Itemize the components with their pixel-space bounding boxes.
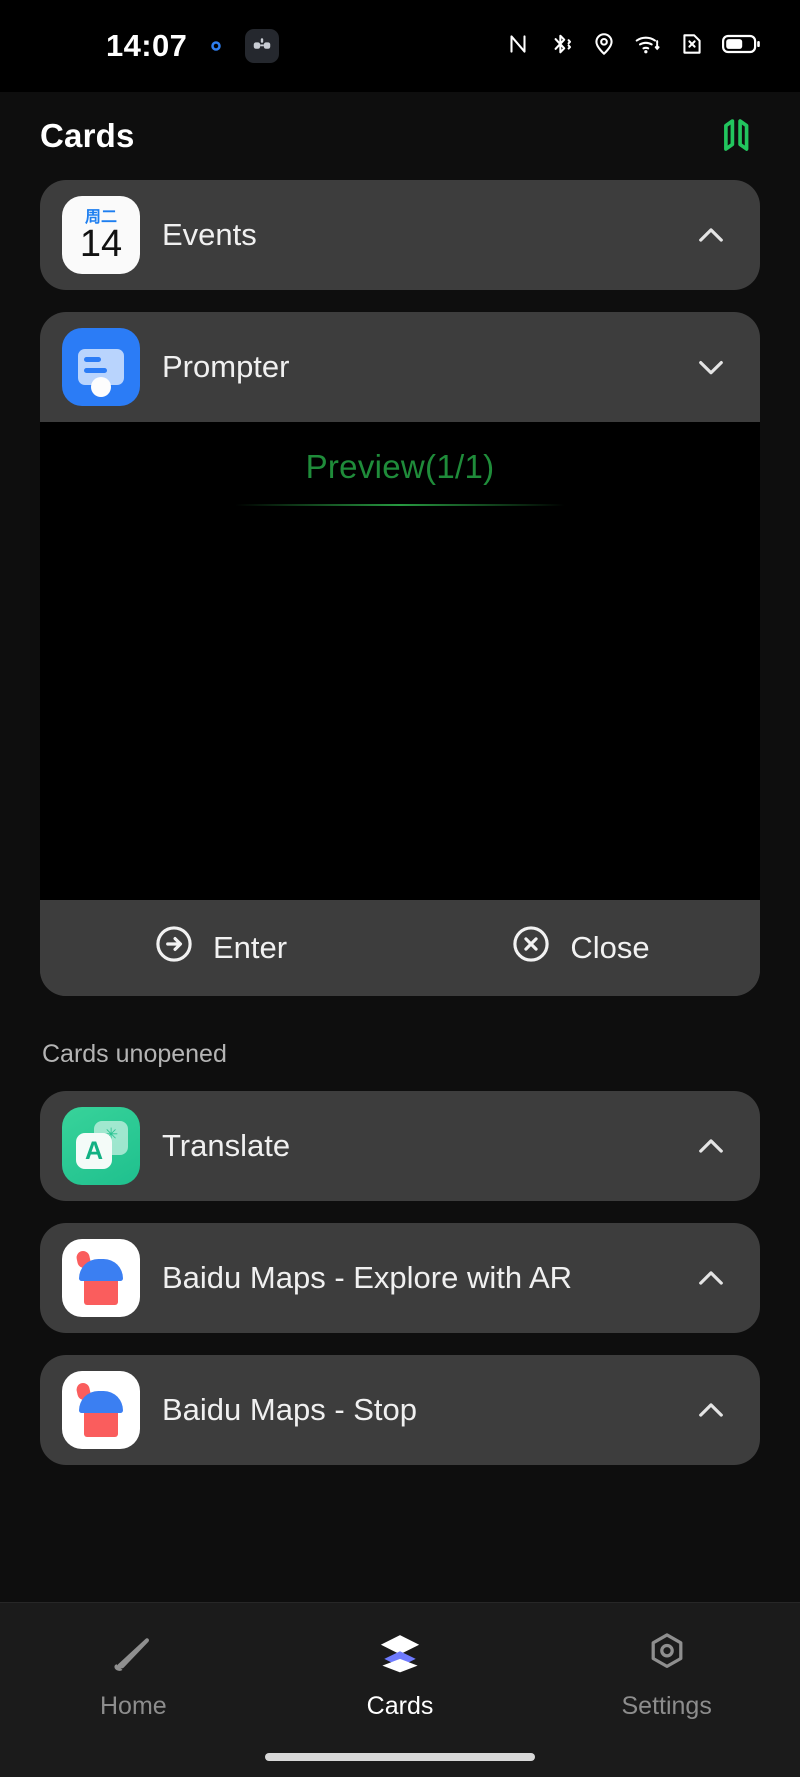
- page-title: Cards: [40, 117, 135, 154]
- card-prompter-label: Prompter: [162, 349, 290, 385]
- bottom-navigation: Home Cards Settings: [0, 1602, 800, 1777]
- location-icon: [591, 31, 617, 62]
- enter-button-label: Enter: [212, 930, 288, 965]
- card-prompter[interactable]: Prompter Preview(1/1) Enter Close: [40, 312, 760, 996]
- nfc-icon: [505, 31, 531, 62]
- prompter-preview-pane: Preview(1/1): [40, 422, 760, 900]
- card-events[interactable]: 周二 14 Events: [40, 180, 760, 290]
- prompter-icon-line-1: [84, 357, 101, 362]
- chevron-up-icon[interactable]: [688, 1391, 734, 1429]
- nav-item-cards-label: Cards: [366, 1692, 434, 1720]
- chevron-up-icon[interactable]: [688, 1127, 734, 1165]
- baidu-icon-awning: [79, 1259, 123, 1281]
- chevron-up-icon[interactable]: [688, 216, 734, 254]
- status-bar-clock: 14:07: [106, 28, 188, 63]
- status-bar-left: 14:07: [106, 28, 280, 64]
- card-translate-label: Translate: [162, 1128, 291, 1164]
- close-circle-icon: [510, 923, 552, 973]
- glasses-icon: [245, 29, 280, 63]
- calendar-icon: 周二 14: [62, 196, 140, 274]
- prompter-icon-card: [78, 349, 124, 397]
- card-baidu-maps-stop[interactable]: Baidu Maps - Stop: [40, 1355, 760, 1465]
- calendar-day: 14: [79, 222, 123, 265]
- chevron-down-icon[interactable]: [688, 348, 734, 386]
- card-baidu-maps-ar-header[interactable]: Baidu Maps - Explore with AR: [40, 1223, 760, 1333]
- arrow-right-circle-icon: [153, 923, 195, 973]
- translate-icon: ✳ A: [62, 1107, 140, 1185]
- section-label-unopened: Cards unopened: [42, 1040, 227, 1068]
- enter-button[interactable]: Enter: [40, 900, 400, 996]
- settings-gear-icon: [201, 31, 231, 61]
- nav-item-settings-label: Settings: [621, 1692, 712, 1720]
- glasses-cards-icon[interactable]: [714, 113, 760, 159]
- card-events-header[interactable]: 周二 14 Events: [40, 180, 760, 290]
- battery-icon: [722, 32, 762, 61]
- nav-item-home-label: Home: [99, 1692, 167, 1720]
- home-indicator: [265, 1753, 535, 1761]
- card-baidu-maps-ar-label: Baidu Maps - Explore with AR: [162, 1260, 573, 1296]
- card-translate[interactable]: ✳ A Translate: [40, 1091, 760, 1201]
- card-events-label: Events: [162, 217, 257, 253]
- baidu-maps-icon: [62, 1239, 140, 1317]
- nav-item-settings[interactable]: Settings: [533, 1629, 800, 1721]
- prompter-preview-title: Preview(1/1): [305, 448, 495, 485]
- prompter-icon: [62, 328, 140, 406]
- prompter-icon-avatar: [91, 377, 111, 397]
- nav-item-cards[interactable]: Cards: [267, 1629, 534, 1721]
- card-translate-header[interactable]: ✳ A Translate: [40, 1091, 760, 1201]
- app-header: Cards: [0, 92, 800, 180]
- chevron-up-icon[interactable]: [688, 1259, 734, 1297]
- cards-stack-icon: [374, 1629, 426, 1680]
- wifi-icon: [634, 31, 662, 62]
- bluetooth-icon: [548, 31, 574, 62]
- card-baidu-maps-ar[interactable]: Baidu Maps - Explore with AR: [40, 1223, 760, 1333]
- card-baidu-maps-stop-label: Baidu Maps - Stop: [162, 1392, 418, 1428]
- settings-hex-icon: [642, 1629, 692, 1680]
- baidu-maps-icon: [62, 1371, 140, 1449]
- close-button-label: Close: [570, 930, 650, 965]
- app-screen: 14:07 Cards 周二 14 Events Prompter Previe…: [0, 0, 800, 1777]
- prompter-actions: Enter Close: [40, 900, 760, 996]
- status-bar: 14:07: [0, 0, 800, 92]
- status-bar-right: [505, 31, 762, 62]
- cards-scroll-area[interactable]: 周二 14 Events Prompter Preview(1/1) Enter…: [0, 180, 800, 1602]
- translate-icon-front-sheet: A: [76, 1133, 112, 1169]
- card-baidu-maps-stop-header[interactable]: Baidu Maps - Stop: [40, 1355, 760, 1465]
- home-arrow-icon: [107, 1629, 159, 1680]
- prompter-icon-line-2: [84, 368, 107, 373]
- translate-icon-letter: A: [84, 1136, 104, 1165]
- prompter-preview-divider: [235, 504, 565, 506]
- baidu-icon-awning: [79, 1391, 123, 1413]
- no-sim-icon: [679, 31, 705, 62]
- card-prompter-header[interactable]: Prompter: [40, 312, 760, 422]
- close-button[interactable]: Close: [400, 900, 760, 996]
- nav-item-home[interactable]: Home: [0, 1629, 267, 1721]
